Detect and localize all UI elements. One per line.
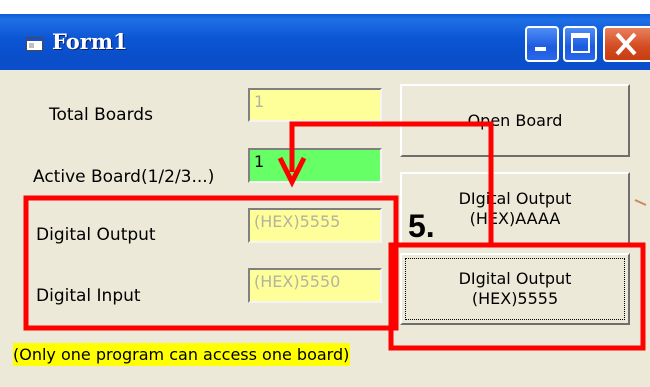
input-group-highlight	[23, 195, 399, 331]
flow-arrow-line	[289, 121, 494, 245]
step-marker: 5.	[408, 208, 435, 244]
button-highlight	[388, 242, 646, 351]
annotation-overlay	[23, 121, 647, 351]
pointer-mark	[634, 199, 647, 206]
